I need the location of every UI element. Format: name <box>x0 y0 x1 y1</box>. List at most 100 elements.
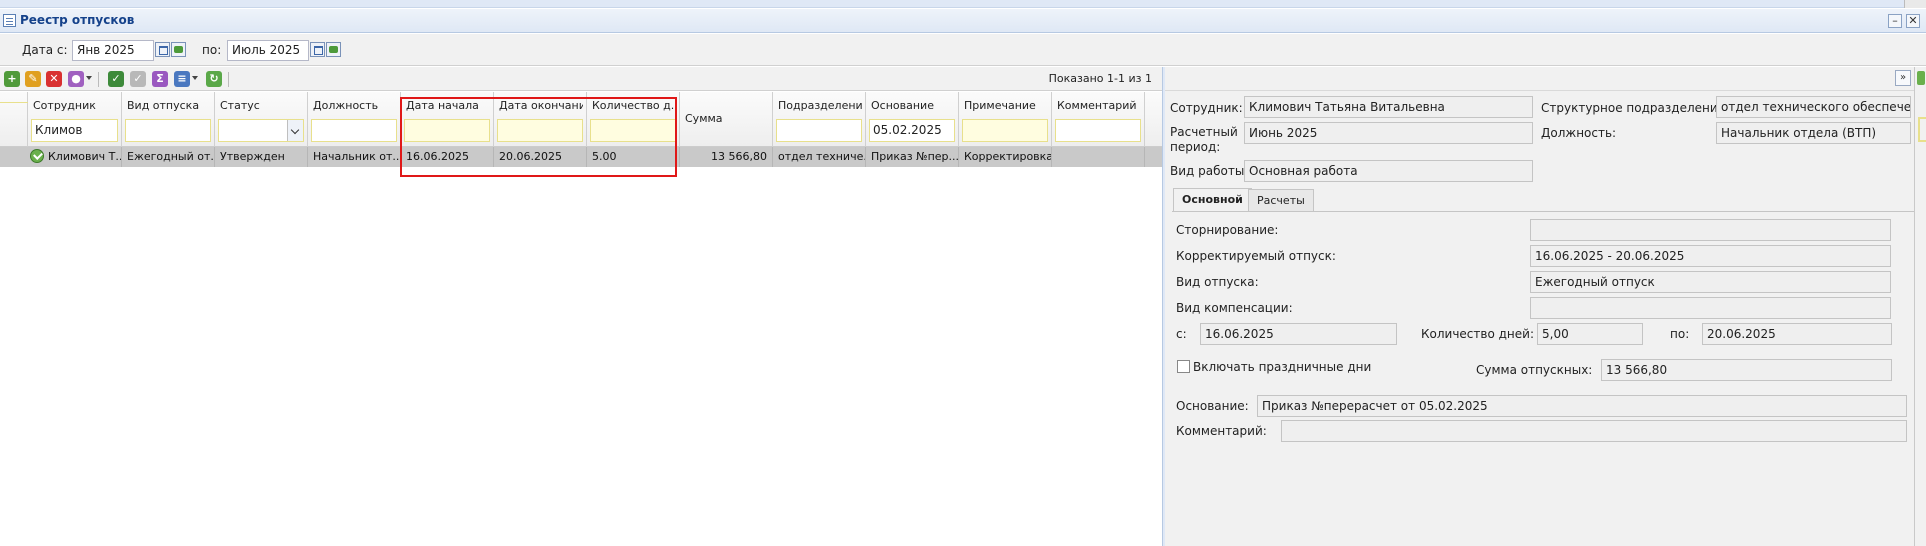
filter-comment-input[interactable] <box>1055 119 1141 142</box>
window-title-bar: Реестр отпусков – ✕ <box>0 9 1926 33</box>
filter-note-input[interactable] <box>962 119 1048 142</box>
toolbar-separator <box>98 72 99 87</box>
column-header-status[interactable]: Статус <box>215 92 308 147</box>
filter-edge-marker <box>1918 117 1926 142</box>
basis-field[interactable]: Приказ №перерасчет от 05.02.2025 <box>1257 395 1907 417</box>
filter-basis-input[interactable]: 05.02.2025 <box>869 119 955 142</box>
date-from-field[interactable]: Янв 2025 <box>72 40 154 61</box>
filter-employee-input[interactable]: Климов <box>31 119 118 142</box>
records-shown-text: Показано 1-1 из 1 <box>1048 72 1152 85</box>
sum-icon[interactable]: Σ <box>152 71 168 87</box>
minimize-button[interactable]: – <box>1888 14 1902 28</box>
date-to-field[interactable]: Июль 2025 <box>227 40 309 61</box>
period-from-field[interactable]: 16.06.2025 <box>1200 323 1397 345</box>
date-from-label: Дата с: <box>22 43 68 57</box>
days-count-label: Количество дней: <box>1421 327 1534 341</box>
column-header-leave-type[interactable]: Вид отпуска <box>122 92 215 147</box>
cell-employee: Климович Т... <box>28 147 122 167</box>
corrected-leave-label: Корректируемый отпуск: <box>1176 249 1336 263</box>
cell-amount: 13 566,80 <box>680 147 773 167</box>
column-header-department[interactable]: Подразделение <box>773 92 866 147</box>
green-tool-icon[interactable] <box>1917 71 1925 85</box>
basis-label: Основание: <box>1176 399 1249 413</box>
unapprove-icon[interactable]: ✓ <box>130 71 146 87</box>
date-from-clear-icon[interactable] <box>171 42 186 57</box>
include-holidays-label: Включать праздничные дни <box>1193 360 1372 374</box>
top-strip <box>0 0 1926 8</box>
comment-label: Комментарий: <box>1176 424 1267 438</box>
cell-position: Начальник от... <box>308 147 401 167</box>
tab-calculations[interactable]: Расчеты <box>1248 189 1314 211</box>
grid-header-spacer <box>0 92 28 147</box>
compensation-type-field[interactable] <box>1530 297 1891 319</box>
storno-field[interactable] <box>1530 219 1891 241</box>
date-to-label: по: <box>202 43 222 57</box>
date-to-clear-icon[interactable] <box>326 42 341 57</box>
add-icon[interactable]: + <box>4 71 20 87</box>
comment-field[interactable] <box>1281 420 1907 442</box>
work-type-field[interactable]: Основная работа <box>1244 160 1533 182</box>
period-label: Расчетный период: <box>1170 125 1238 154</box>
column-header-amount[interactable]: Сумма <box>680 92 773 147</box>
date-filter-bar: Дата с: Янв 2025 по: Июль 2025 <box>0 34 1926 66</box>
actions-icon[interactable]: ● <box>68 71 84 87</box>
corrected-leave-field[interactable]: 16.06.2025 - 20.06.2025 <box>1530 245 1891 267</box>
column-header-employee[interactable]: Сотрудник Климов <box>28 92 122 147</box>
edit-icon[interactable]: ✎ <box>25 71 41 87</box>
toolbar-separator <box>228 72 229 87</box>
vacation-sum-field[interactable]: 13 566,80 <box>1601 359 1892 381</box>
storno-label: Сторнирование: <box>1176 223 1279 237</box>
approved-check-icon <box>30 149 44 163</box>
days-count-field[interactable]: 5,00 <box>1537 323 1643 345</box>
employee-label: Сотрудник: <box>1170 101 1243 115</box>
approve-icon[interactable]: ✓ <box>108 71 124 87</box>
far-right-panel-edge <box>1914 67 1926 546</box>
position-field[interactable]: Начальник отдела (ВТП) <box>1716 122 1911 144</box>
period-field[interactable]: Июнь 2025 <box>1244 122 1533 144</box>
period-to-field[interactable]: 20.06.2025 <box>1702 323 1892 345</box>
cell-leave-type: Ежегодный от... <box>122 147 215 167</box>
filter-status-select[interactable] <box>218 119 304 142</box>
registry-window-icon <box>3 14 16 27</box>
structural-dept-label: Структурное подразделение: <box>1541 101 1730 115</box>
include-holidays-checkbox[interactable] <box>1177 360 1190 373</box>
tab-main[interactable]: Основной <box>1173 188 1252 211</box>
period-from-label: с: <box>1176 327 1187 341</box>
date-from-calendar-icon[interactable] <box>155 42 170 57</box>
delete-icon[interactable]: ✕ <box>46 71 62 87</box>
column-header-basis[interactable]: Основание 05.02.2025 <box>866 92 959 147</box>
close-button[interactable]: ✕ <box>1906 14 1920 28</box>
cell-note: Корректировка <box>959 147 1052 167</box>
collapse-panel-button[interactable]: » <box>1895 70 1911 86</box>
column-header-position[interactable]: Должность <box>308 92 401 147</box>
employee-field[interactable]: Климович Татьяна Витальевна <box>1244 96 1533 118</box>
filter-department-input[interactable] <box>776 119 862 142</box>
vacation-sum-label: Сумма отпускных: <box>1476 363 1593 377</box>
column-header-comment[interactable]: Комментарий <box>1052 92 1145 147</box>
position-label: Должность: <box>1541 126 1617 140</box>
column-header-note[interactable]: Примечание <box>959 92 1052 147</box>
actions-dropdown-icon[interactable] <box>86 76 92 80</box>
cell-basis: Приказ №пер... <box>866 147 959 167</box>
tab-strip-line <box>1172 211 1914 212</box>
grid-header-filler <box>1145 92 1162 147</box>
date-to-calendar-icon[interactable] <box>310 42 325 57</box>
print-icon[interactable]: ≡ <box>174 71 190 87</box>
highlight-box <box>400 97 677 177</box>
filter-leave-type-input[interactable] <box>125 119 211 142</box>
leave-type-field[interactable]: Ежегодный отпуск <box>1530 271 1891 293</box>
grid-toolbar: + ✎ ✕ ● ✓ ✓ Σ ≡ ↻ Показано 1-1 из 1 <box>0 67 1162 91</box>
work-type-label: Вид работы: <box>1170 164 1249 178</box>
cell-status: Утвержден <box>215 147 308 167</box>
top-right-control[interactable] <box>1904 0 1926 8</box>
structural-dept-field[interactable]: отдел технического обеспечения <box>1716 96 1911 118</box>
compensation-type-label: Вид компенсации: <box>1176 301 1293 315</box>
chevron-down-icon[interactable] <box>287 120 303 141</box>
window-title: Реестр отпусков <box>20 13 135 27</box>
leave-type-label: Вид отпуска: <box>1176 275 1259 289</box>
detail-panel: » Сотрудник: Климович Татьяна Витальевна… <box>1165 67 1914 546</box>
detail-panel-toolbar: » <box>1165 67 1914 91</box>
print-dropdown-icon[interactable] <box>192 76 198 80</box>
filter-position-input[interactable] <box>311 119 397 142</box>
refresh-icon[interactable]: ↻ <box>206 71 222 87</box>
